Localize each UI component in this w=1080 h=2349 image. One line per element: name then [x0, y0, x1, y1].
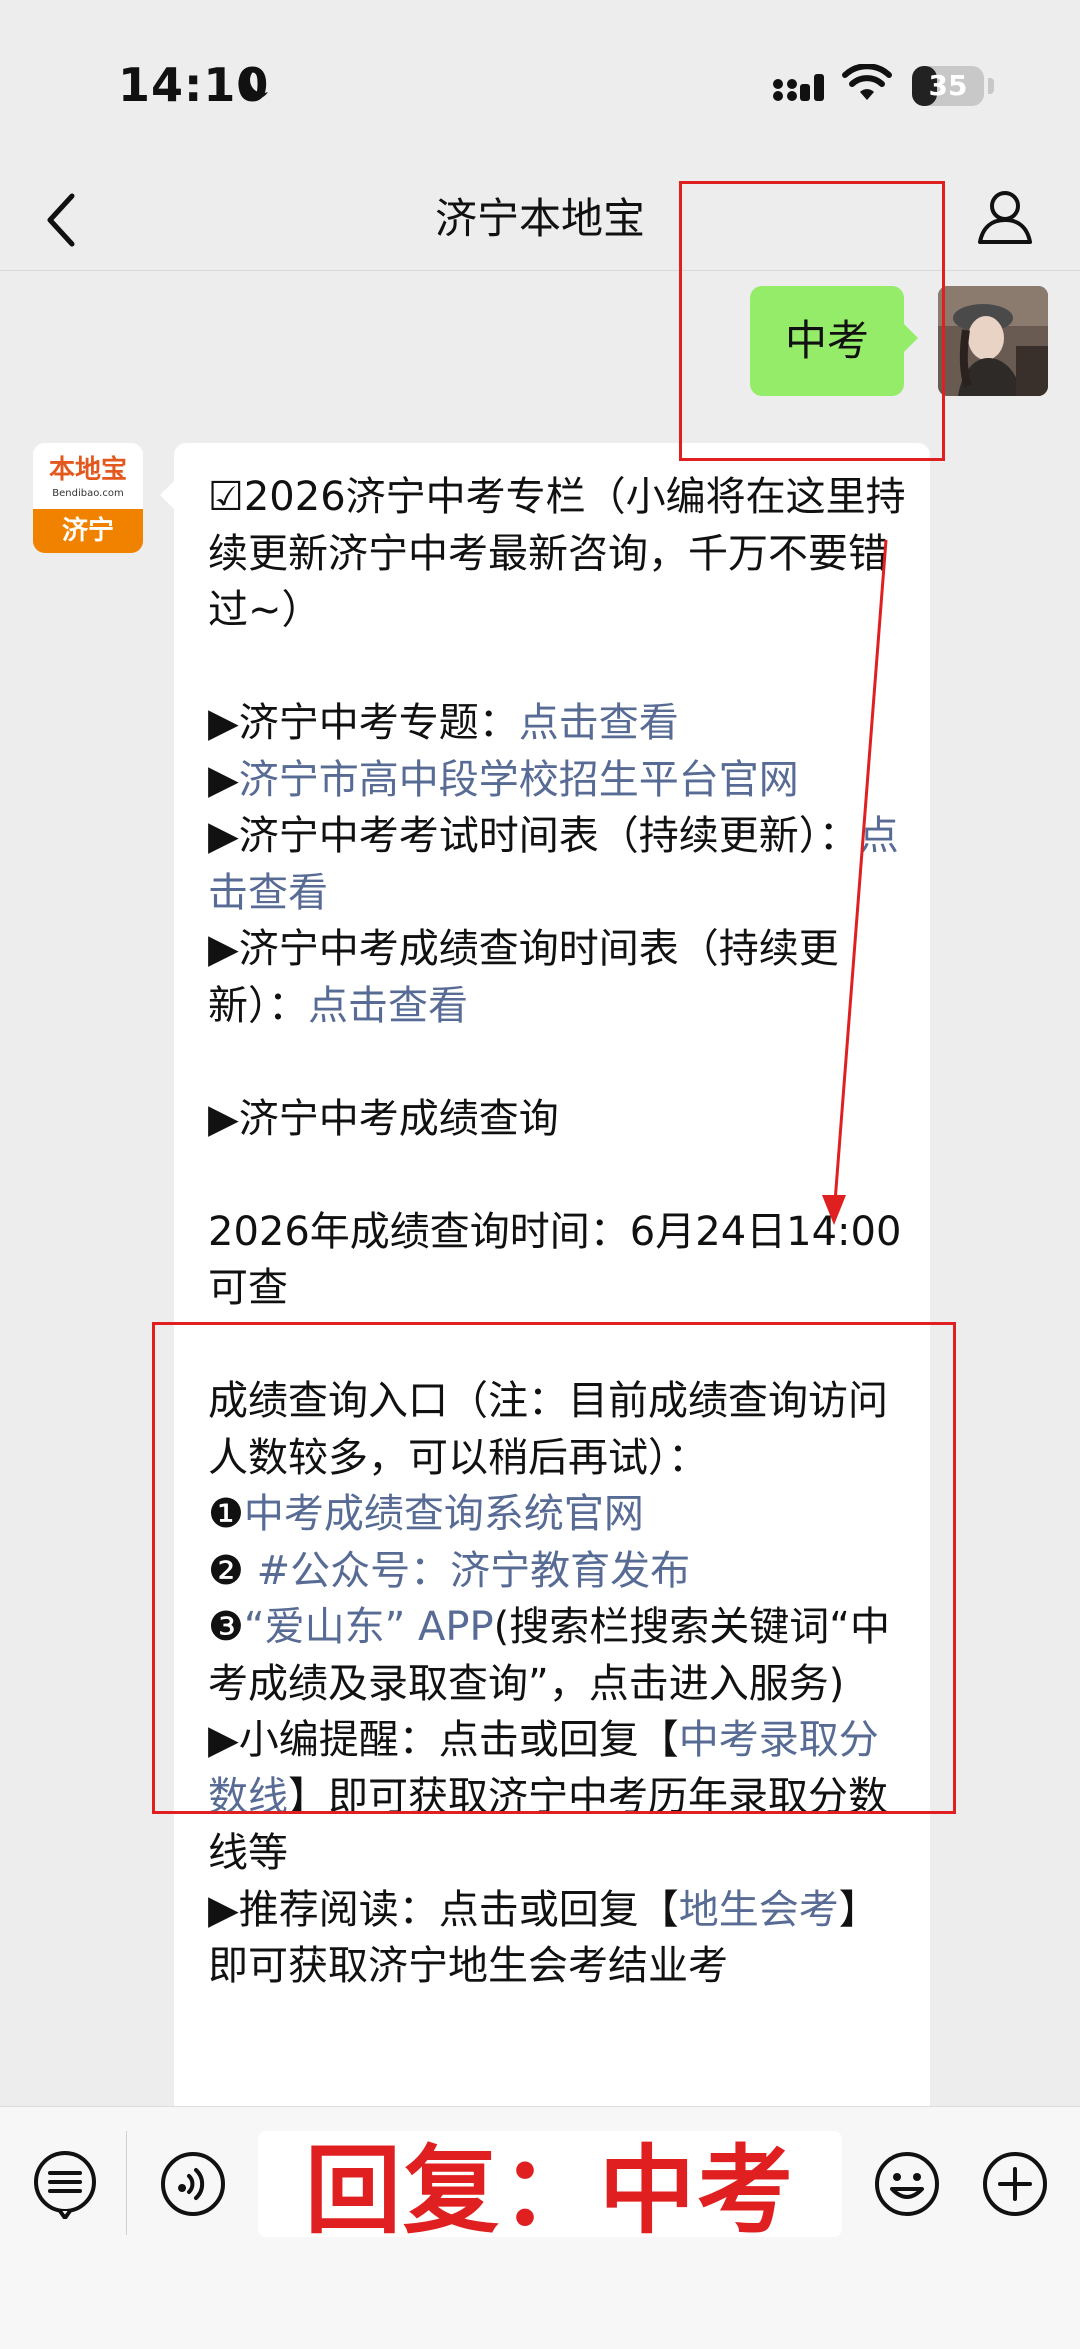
reply-text: ▶济宁中考考试时间表（持续更新）：: [208, 813, 859, 859]
input-bar: 回复：中考: [0, 2106, 1080, 2349]
user-avatar[interactable]: [938, 286, 1048, 396]
reply-text: ▶推荐阅读：点击或回复【: [208, 1886, 679, 1933]
account-logo-domain: Bendibao.com: [52, 488, 124, 499]
account-logo-city: 济宁: [33, 509, 143, 553]
status-bar: 14:10 35: [0, 0, 1080, 170]
battery-indicator: 35: [912, 66, 984, 106]
menu-list-icon[interactable]: [30, 2149, 100, 2219]
reply-text: ▶济宁中考成绩查询时间表（持续更新）：: [208, 926, 839, 1029]
annotation-box-query-entry: [152, 1322, 956, 1814]
reply-link[interactable]: 济宁市高中段学校招生平台官网: [239, 757, 799, 803]
emoji-icon[interactable]: [872, 2149, 942, 2219]
plus-icon[interactable]: [980, 2149, 1050, 2219]
battery-cap: [988, 78, 994, 94]
reply-line: ☑2026济宁中考专栏（小编将在这里持续更新济宁中考最新咨询，千万不要错过~）: [208, 469, 908, 639]
reply-line: 2026年成绩查询时间：6月24日14:00可查: [208, 1204, 908, 1317]
reply-message-bubble: ☑2026济宁中考专栏（小编将在这里持续更新济宁中考最新咨询，千万不要错过~） ▶…: [160, 443, 930, 2123]
reply-text: ☑2026济宁中考专栏（小编将在这里持续更新济宁中考最新咨询，千万不要错过~）: [208, 474, 906, 633]
account-avatar[interactable]: 本地宝 Bendibao.com 济宁: [33, 443, 143, 553]
voice-icon[interactable]: [158, 2149, 228, 2219]
user-avatar-photo: [938, 286, 1048, 396]
profile-icon[interactable]: [975, 186, 1035, 246]
reply-link[interactable]: 点击查看: [519, 700, 679, 746]
battery-percent: 35: [928, 69, 968, 102]
reply-link[interactable]: 地生会考: [679, 1887, 839, 1933]
reply-line: ▶济宁中考考试时间表（持续更新）：点击查看: [208, 808, 908, 921]
reply-line: ▶济宁中考成绩查询: [208, 1091, 908, 1148]
divider: [126, 2131, 127, 2235]
reply-hint-overlay: 回复：中考: [305, 2135, 795, 2247]
reply-text: ▶济宁中考成绩查询: [208, 1095, 559, 1142]
annotation-box-sent-message: [679, 181, 945, 461]
reply-line: ▶济宁中考专题：点击查看: [208, 695, 908, 752]
reply-line: ▶济宁中考成绩查询时间表（持续更新）：点击查看: [208, 921, 908, 1034]
signal-icon: [773, 74, 824, 101]
reply-line: ▶推荐阅读：点击或回复【地生会考】即可获取济宁地生会考结业考: [208, 1882, 908, 1995]
wifi-icon: [842, 64, 892, 100]
account-logo-top: 本地宝 Bendibao.com: [33, 443, 143, 509]
moon-icon: [238, 67, 268, 100]
reply-text: 2026年成绩查询时间：6月24日14:00可查: [208, 1208, 902, 1312]
reply-text: ▶济宁中考专题：: [208, 700, 519, 746]
reply-line: ▶济宁市高中段学校招生平台官网: [208, 752, 908, 809]
reply-text: ▶: [208, 756, 239, 803]
account-logo-brand: 本地宝: [48, 455, 127, 485]
reply-link[interactable]: 点击查看: [308, 983, 468, 1029]
